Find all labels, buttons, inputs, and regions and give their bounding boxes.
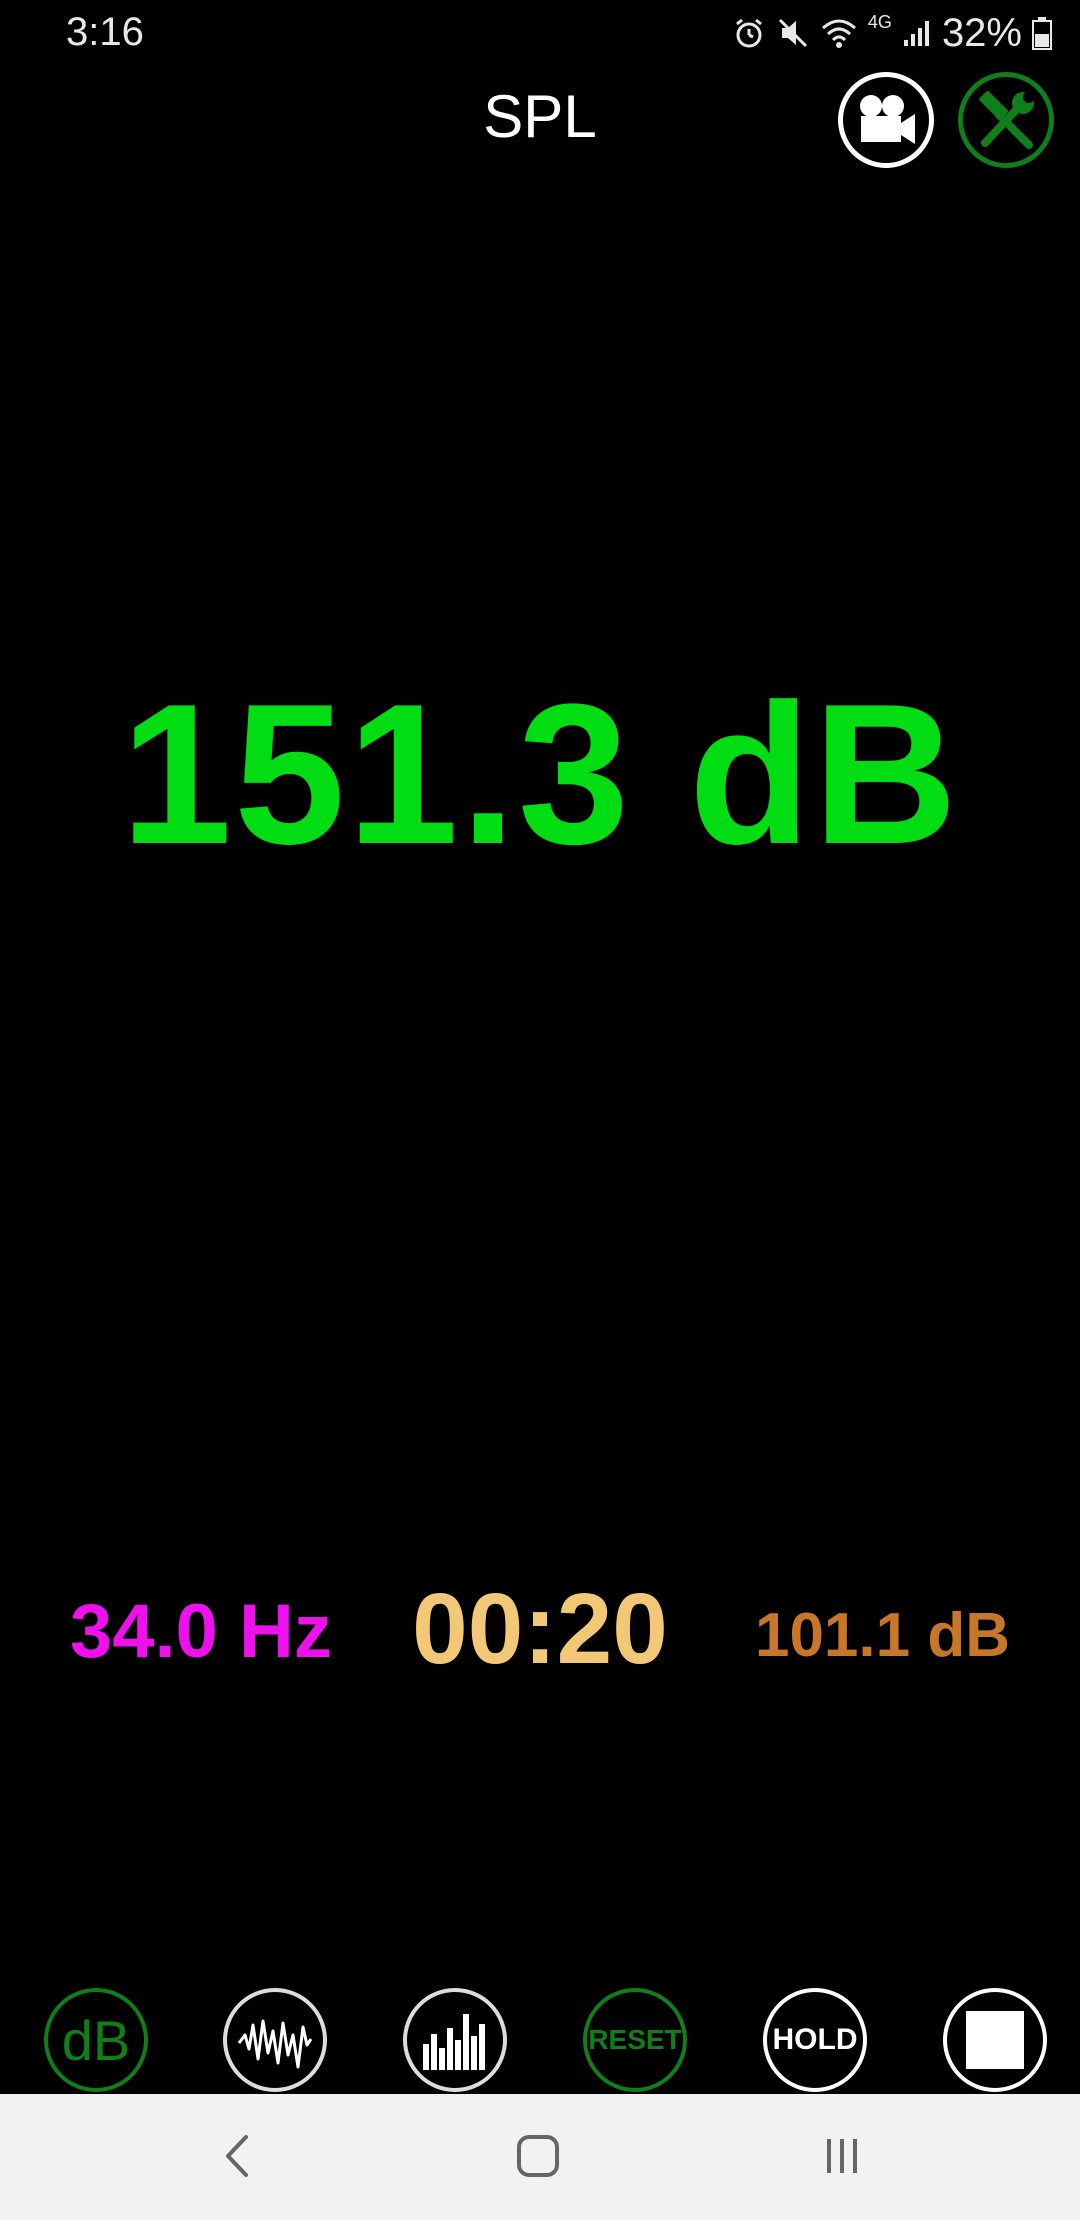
status-time: 3:16 xyxy=(66,10,144,54)
reset-button-label: RESET xyxy=(588,2024,682,2055)
alarm-icon xyxy=(735,18,762,48)
spectrum-icon xyxy=(423,2014,485,2070)
settings-tools-button[interactable] xyxy=(958,72,1054,168)
nav-back-button[interactable] xyxy=(206,2124,270,2188)
status-icons: 4G 32% xyxy=(732,8,1052,58)
nav-recents-button[interactable] xyxy=(810,2124,874,2188)
navigation-bar xyxy=(0,2094,1080,2220)
network-type: 4G xyxy=(867,12,892,32)
recents-icon xyxy=(827,2139,857,2173)
hold-button-label: HOLD xyxy=(772,2023,858,2056)
video-camera-icon xyxy=(860,95,915,144)
nav-home-button[interactable] xyxy=(506,2124,570,2188)
sound-level-reading: 151.3 dB xyxy=(120,663,960,886)
hold-button[interactable]: HOLD xyxy=(763,1988,867,2092)
stop-button[interactable] xyxy=(943,1988,1047,2092)
db-button-label: dB xyxy=(61,2008,131,2072)
waveform-icon xyxy=(237,2019,313,2069)
stop-icon xyxy=(966,2011,1024,2069)
spectrum-button[interactable] xyxy=(403,1988,507,2092)
tools-icon xyxy=(979,90,1035,149)
status-bar: 3:16 4G 32% xyxy=(0,0,1080,66)
db-mode-button[interactable]: dB xyxy=(44,1988,148,2092)
signal-icon xyxy=(903,21,929,46)
video-record-button[interactable] xyxy=(838,72,934,168)
mute-icon xyxy=(778,18,807,48)
reset-button[interactable]: RESET xyxy=(583,1988,687,2092)
peak-level-value: 101.1 dB xyxy=(754,1601,1010,1670)
battery-percent: 32% xyxy=(941,10,1022,55)
waveform-button[interactable] xyxy=(223,1988,327,2092)
battery-icon xyxy=(1032,17,1052,50)
wifi-icon xyxy=(821,19,856,48)
back-icon xyxy=(226,2135,248,2177)
home-icon xyxy=(517,2135,559,2177)
